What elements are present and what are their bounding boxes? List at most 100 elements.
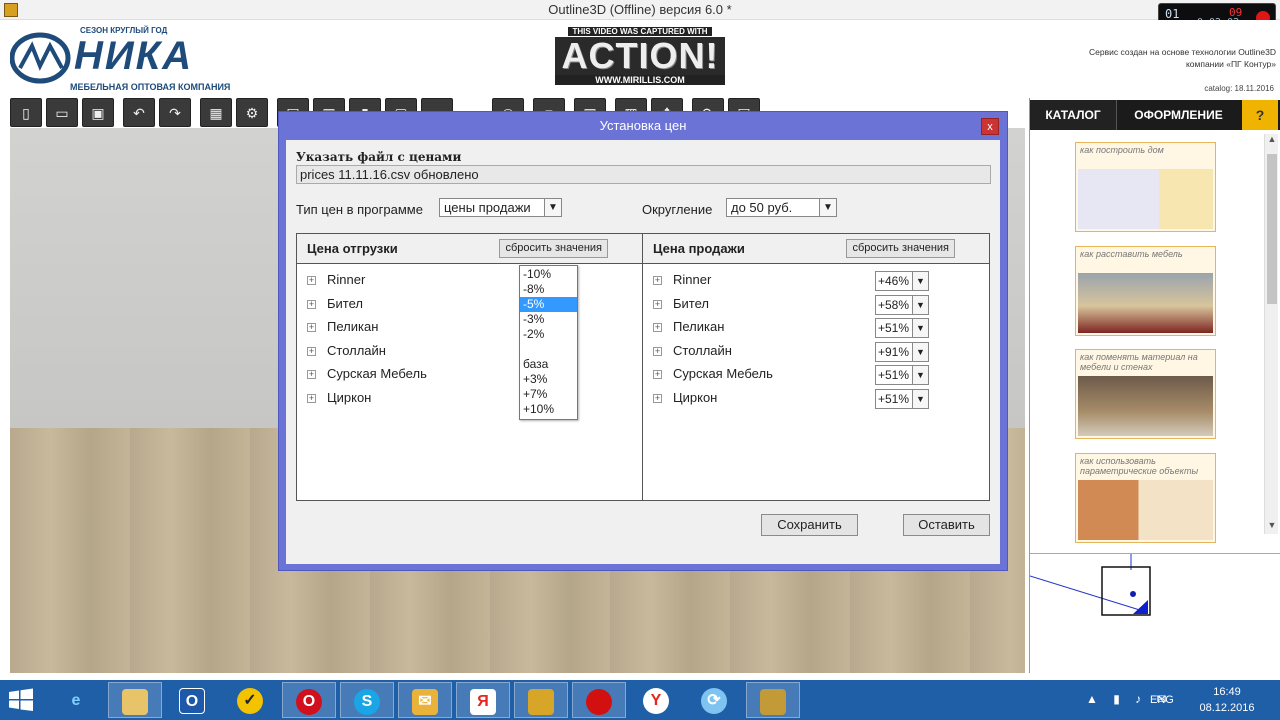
dropdown-option-selected[interactable]: -5% [520, 297, 577, 312]
supplier-row[interactable]: + Циркон [307, 389, 637, 409]
panel-title: Цена отгрузки [307, 241, 398, 256]
price-file-field[interactable]: prices 11.11.16.csv обновлено [296, 165, 991, 184]
undo-icon[interactable]: ↶ [123, 98, 155, 127]
markup-select[interactable]: +51% ▼ [875, 318, 929, 338]
discount-dropdown-list[interactable]: -10% -8% -5% -3% -2% база +3% +7% +10% [519, 265, 578, 420]
scrollbar-thumb[interactable] [1267, 154, 1277, 304]
windows-start-icon[interactable] [8, 688, 34, 712]
dropdown-option[interactable]: -2% [520, 327, 577, 342]
markup-select[interactable]: +91% ▼ [875, 342, 929, 362]
skype-icon[interactable]: S [340, 682, 394, 718]
reset-shipping-button[interactable]: сбросить значения [499, 239, 608, 258]
tutorial-card[interactable]: как поменять материал на мебели и стенах [1075, 349, 1216, 439]
dropdown-option[interactable]: +7% [520, 387, 577, 402]
opera-icon[interactable]: O [282, 682, 336, 718]
supplier-name: Rinner [327, 272, 366, 287]
expand-icon[interactable]: + [307, 323, 316, 332]
close-icon[interactable]: x [981, 118, 999, 135]
catalog-scrollbar[interactable]: ▲ ▼ [1264, 134, 1278, 534]
expand-icon[interactable]: + [653, 394, 662, 403]
settings-icon[interactable]: ⚙ [236, 98, 268, 127]
cancel-button[interactable]: Оставить [903, 514, 990, 536]
dropdown-option[interactable]: -3% [520, 312, 577, 327]
catalog-panel: КАТАЛОГ ОФОРМЛЕНИЕ ? как построить дом к… [1029, 98, 1280, 673]
expand-icon[interactable]: + [307, 394, 316, 403]
price-type-value: цены продажи [444, 200, 531, 215]
norton-icon[interactable]: ✓ [224, 682, 278, 718]
expand-icon[interactable]: + [653, 276, 662, 285]
ie-icon[interactable]: e [50, 682, 104, 718]
markup-select[interactable]: +51% ▼ [875, 365, 929, 385]
record-icon[interactable] [572, 682, 626, 718]
clock-time[interactable]: 16:49 [1192, 686, 1262, 698]
chevron-down-icon: ▼ [912, 366, 928, 384]
markup-select[interactable]: +58% ▼ [875, 295, 929, 315]
tab-help[interactable]: ? [1242, 100, 1278, 130]
new-icon[interactable]: ▯ [10, 98, 42, 127]
supplier-row[interactable]: + Бител [307, 295, 637, 315]
clock-date[interactable]: 08.12.2016 [1192, 702, 1262, 714]
dropdown-option[interactable]: база [520, 357, 577, 372]
minimap[interactable] [1029, 553, 1280, 671]
tutorial-card[interactable]: как построить дом [1075, 142, 1216, 232]
supplier-row[interactable]: + Бител +58% ▼ [653, 295, 983, 315]
mail-icon[interactable]: ✉ [398, 682, 452, 718]
price-settings-dialog: Установка цен x Указать файл с ценами pr… [278, 111, 1008, 571]
scroll-up-icon[interactable]: ▲ [1265, 134, 1279, 148]
scroll-down-icon[interactable]: ▼ [1265, 520, 1279, 534]
dropdown-option[interactable] [520, 342, 577, 357]
tutorial-thumbnail [1078, 273, 1213, 333]
expand-icon[interactable]: + [653, 300, 662, 309]
network-icon[interactable]: ⟳ [688, 682, 742, 718]
tutorial-card[interactable]: как использовать параметрические объекты [1075, 453, 1216, 543]
price-type-select[interactable]: цены продажи ▼ [439, 198, 562, 217]
expand-icon[interactable]: + [653, 370, 662, 379]
file-explorer-icon[interactable] [108, 682, 162, 718]
supplier-name: Циркон [327, 390, 372, 405]
dropdown-option[interactable]: -8% [520, 282, 577, 297]
brand-subtitle: МЕБЕЛЬНАЯ ОПТОВАЯ КОМПАНИЯ [70, 82, 231, 92]
rounding-select[interactable]: до 50 руб. ▼ [726, 198, 837, 217]
outlook-icon[interactable]: O [166, 682, 220, 718]
supplier-row[interactable]: + Столлайн [307, 342, 637, 362]
outline3d-icon[interactable] [746, 682, 800, 718]
yandex-browser-icon[interactable]: Я [456, 682, 510, 718]
reset-sale-button[interactable]: сбросить значения [846, 239, 955, 258]
tutorial-card[interactable]: как расставить мебель [1075, 246, 1216, 336]
supplier-row[interactable]: + Rinner [307, 271, 637, 291]
markup-select[interactable]: +46% ▼ [875, 271, 929, 291]
service-note-line1: Сервис создан на основе технологии Outli… [1089, 47, 1276, 57]
rec-counter-top: 09 [1229, 6, 1243, 19]
supplier-row[interactable]: + Сурская Мебель [307, 365, 637, 385]
yandex-icon[interactable]: Y [630, 682, 684, 718]
archive-icon[interactable] [514, 682, 568, 718]
walls-icon[interactable]: ▦ [200, 98, 232, 127]
expand-icon[interactable]: + [307, 300, 316, 309]
save-button[interactable]: Сохранить [761, 514, 858, 536]
expand-icon[interactable]: + [653, 347, 662, 356]
supplier-row[interactable]: + Пеликан [307, 318, 637, 338]
dropdown-option[interactable]: -10% [520, 267, 577, 282]
supplier-row[interactable]: + Столлайн +91% ▼ [653, 342, 983, 362]
supplier-row[interactable]: + Пеликан +51% ▼ [653, 318, 983, 338]
dropdown-option[interactable]: +3% [520, 372, 577, 387]
tab-design[interactable]: ОФОРМЛЕНИЕ [1116, 100, 1240, 130]
redo-icon[interactable]: ↷ [159, 98, 191, 127]
dropdown-option[interactable]: +10% [520, 402, 577, 417]
supplier-row[interactable]: + Циркон +51% ▼ [653, 389, 983, 409]
expand-icon[interactable]: + [307, 370, 316, 379]
expand-icon[interactable]: + [307, 347, 316, 356]
open-icon[interactable]: ▭ [46, 98, 78, 127]
expand-icon[interactable]: + [307, 276, 316, 285]
service-note: Сервис создан на основе технологии Outli… [1036, 46, 1276, 70]
markup-select[interactable]: +51% ▼ [875, 389, 929, 409]
chevron-down-icon: ▼ [544, 199, 561, 216]
language-indicator[interactable]: ENG [1150, 694, 1174, 706]
tab-catalog[interactable]: КАТАЛОГ [1030, 100, 1116, 130]
expand-icon[interactable]: + [653, 323, 662, 332]
rec-counter-left: 01 [1165, 7, 1180, 21]
supplier-row[interactable]: + Сурская Мебель +51% ▼ [653, 365, 983, 385]
supplier-row[interactable]: + Rinner +46% ▼ [653, 271, 983, 291]
tutorial-thumbnail [1078, 169, 1213, 229]
save-icon[interactable]: ▣ [82, 98, 114, 127]
